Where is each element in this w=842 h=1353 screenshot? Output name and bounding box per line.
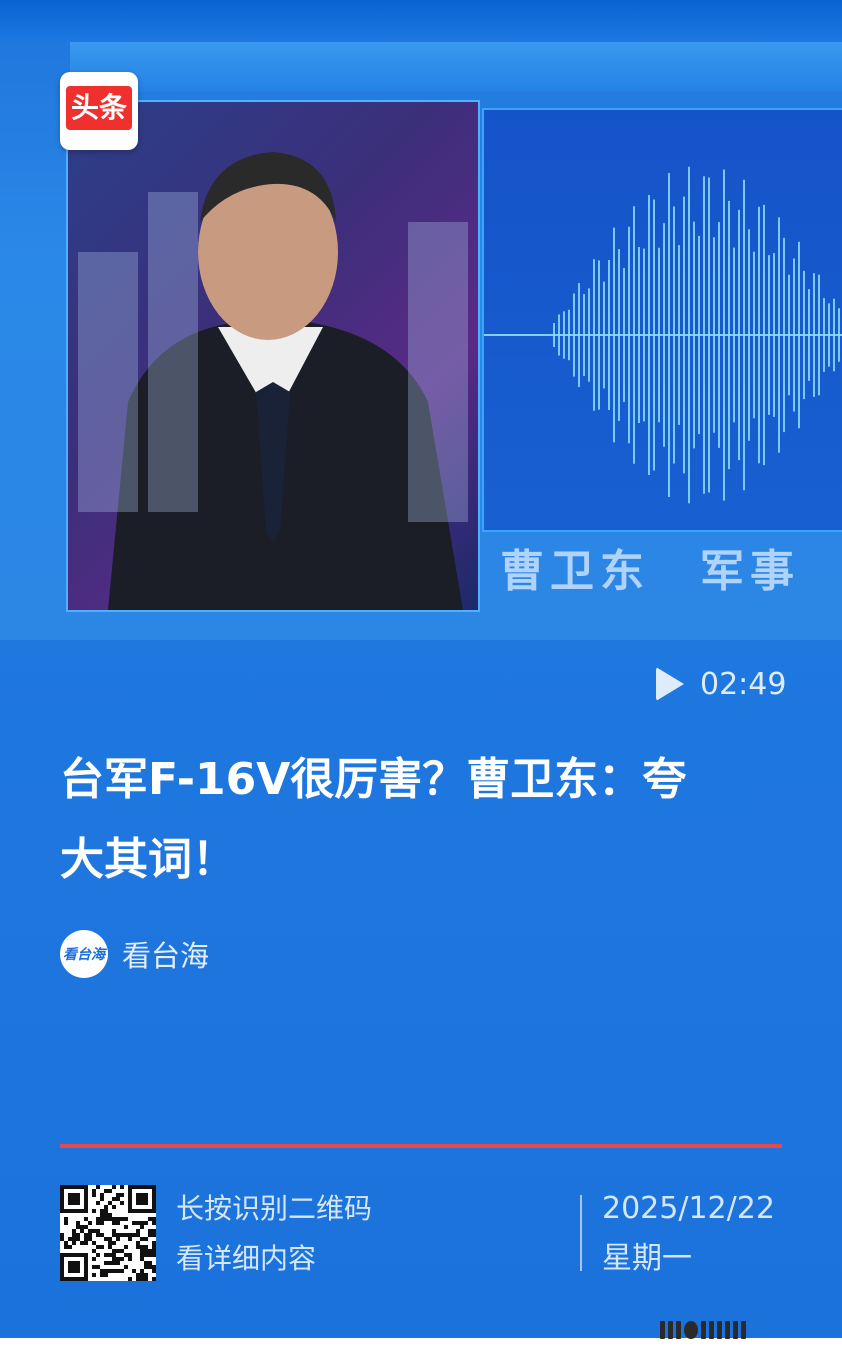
share-card: 曹卫东 军事 头条 02:49 台军F-16V很厉害？曹卫东：夸 大其词！ 看台… <box>0 0 842 1338</box>
date-block: 2025/12/22 星期一 <box>602 1184 775 1284</box>
audio-waveform <box>482 108 842 532</box>
qr-line-1: 长按识别二维码 <box>176 1192 373 1225</box>
watermark-glyphs <box>660 1318 830 1342</box>
video-caption: 曹卫东 军事 <box>500 546 800 597</box>
video-thumbnail[interactable]: 曹卫东 军事 头条 <box>0 0 842 640</box>
title-line-2: 大其词！ <box>60 834 236 885</box>
qr-code-graphic <box>60 1185 156 1281</box>
footer-separator <box>580 1195 582 1271</box>
hero-light-band <box>70 42 842 92</box>
waveform-graphic <box>484 166 842 504</box>
article-title: 台军F-16V很厉害？曹卫东：夸 大其词！ <box>60 740 790 900</box>
date-label: 2025/12/22 <box>602 1191 775 1226</box>
toutiao-logo: 头条 <box>60 72 138 150</box>
qr-instructions: 长按识别二维码 看详细内容 <box>176 1184 372 1284</box>
duration-label: 02:49 <box>700 666 787 702</box>
qr-line-2: 看详细内容 <box>176 1242 317 1275</box>
author-name[interactable]: 看台海 <box>122 933 209 975</box>
author-row[interactable]: 看台海 看台海 <box>60 928 209 980</box>
qr-code[interactable] <box>60 1185 156 1281</box>
play-icon[interactable] <box>656 667 684 701</box>
speaker-image <box>66 100 480 612</box>
hero-top-strip <box>0 0 842 40</box>
video-duration[interactable]: 02:49 <box>656 662 786 706</box>
weekday-label: 星期一 <box>602 1241 692 1276</box>
logo-text: 头条 <box>66 86 132 130</box>
author-avatar: 看台海 <box>60 930 108 978</box>
divider-line <box>60 1144 782 1148</box>
title-line-1: 台军F-16V很厉害？曹卫东：夸 <box>60 754 687 805</box>
